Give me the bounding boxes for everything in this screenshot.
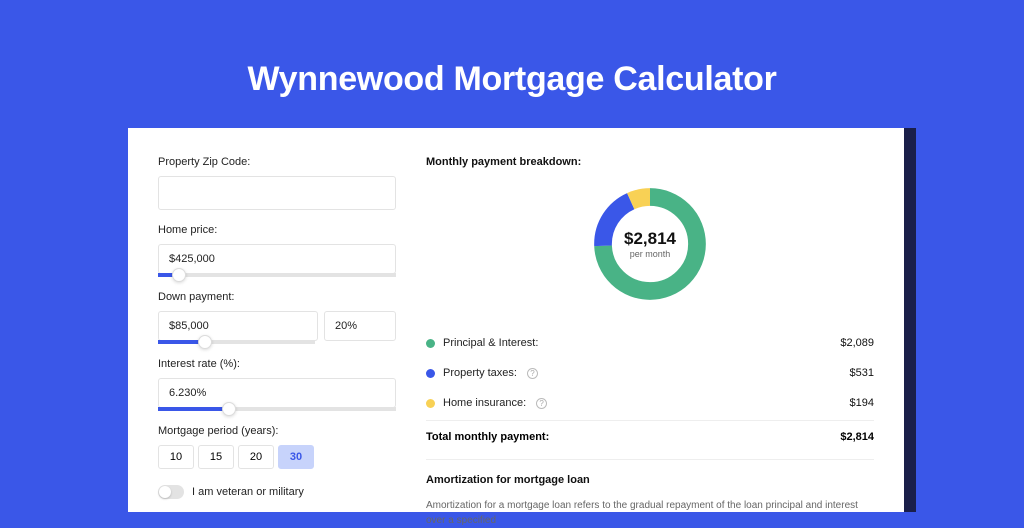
- breakdown-title: Monthly payment breakdown:: [426, 156, 874, 168]
- legend-row: Principal & Interest: $2,089: [426, 328, 874, 358]
- zip-label: Property Zip Code:: [158, 156, 396, 168]
- divider: [426, 459, 874, 460]
- interest-rate-label: Interest rate (%):: [158, 358, 396, 370]
- period-button-30[interactable]: 30: [278, 445, 314, 469]
- card-shadow-edge: [904, 128, 916, 512]
- info-icon[interactable]: ?: [527, 368, 538, 379]
- donut-sub: per month: [630, 249, 671, 259]
- page-title: Wynnewood Mortgage Calculator: [0, 0, 1024, 127]
- interest-rate-slider[interactable]: [158, 407, 396, 411]
- total-label: Total monthly payment:: [426, 431, 549, 443]
- mortgage-period-label: Mortgage period (years):: [158, 425, 396, 437]
- inputs-column: Property Zip Code: Home price: Down paym…: [158, 156, 396, 512]
- mortgage-period-field: Mortgage period (years): 10152030: [158, 425, 396, 469]
- calculator-card: Property Zip Code: Home price: Down paym…: [128, 128, 904, 512]
- legend-row: Home insurance:? $194: [426, 388, 874, 418]
- zip-input[interactable]: [158, 176, 396, 210]
- period-button-15[interactable]: 15: [198, 445, 234, 469]
- home-price-field: Home price:: [158, 224, 396, 277]
- legend-label: Principal & Interest:: [443, 337, 538, 349]
- info-icon[interactable]: ?: [536, 398, 547, 409]
- period-button-10[interactable]: 10: [158, 445, 194, 469]
- veteran-toggle-label: I am veteran or military: [192, 486, 304, 498]
- home-price-slider[interactable]: [158, 273, 396, 277]
- home-price-input[interactable]: [158, 244, 396, 274]
- legend-dot-icon: [426, 399, 435, 408]
- down-payment-slider[interactable]: [158, 340, 315, 344]
- total-row: Total monthly payment: $2,814: [426, 420, 874, 459]
- donut-chart: $2,814 per month: [588, 182, 712, 306]
- down-payment-slider-thumb[interactable]: [198, 335, 212, 349]
- legend-label: Property taxes:: [443, 367, 517, 379]
- donut-amount: $2,814: [624, 229, 676, 249]
- breakdown-column: Monthly payment breakdown: $2,814 per mo…: [426, 156, 874, 512]
- down-payment-percent-input[interactable]: [324, 311, 396, 341]
- legend-row: Property taxes:? $531: [426, 358, 874, 388]
- zip-field: Property Zip Code:: [158, 156, 396, 210]
- legend-value: $194: [850, 397, 874, 409]
- legend-label: Home insurance:: [443, 397, 526, 409]
- down-payment-label: Down payment:: [158, 291, 396, 303]
- legend-dot-icon: [426, 369, 435, 378]
- down-payment-field: Down payment:: [158, 291, 396, 344]
- legend-value: $531: [850, 367, 874, 379]
- interest-rate-slider-thumb[interactable]: [222, 402, 236, 416]
- home-price-label: Home price:: [158, 224, 396, 236]
- amortization-text: Amortization for a mortgage loan refers …: [426, 498, 874, 528]
- down-payment-amount-input[interactable]: [158, 311, 318, 341]
- interest-rate-field: Interest rate (%):: [158, 358, 396, 411]
- legend-value: $2,089: [840, 337, 874, 349]
- donut-chart-wrap: $2,814 per month: [426, 182, 874, 306]
- total-value: $2,814: [840, 431, 874, 443]
- interest-rate-input[interactable]: [158, 378, 396, 408]
- home-price-slider-thumb[interactable]: [172, 268, 186, 282]
- veteran-toggle-row: I am veteran or military: [158, 485, 396, 499]
- legend-dot-icon: [426, 339, 435, 348]
- period-button-20[interactable]: 20: [238, 445, 274, 469]
- veteran-toggle[interactable]: [158, 485, 184, 499]
- amortization-title: Amortization for mortgage loan: [426, 474, 874, 486]
